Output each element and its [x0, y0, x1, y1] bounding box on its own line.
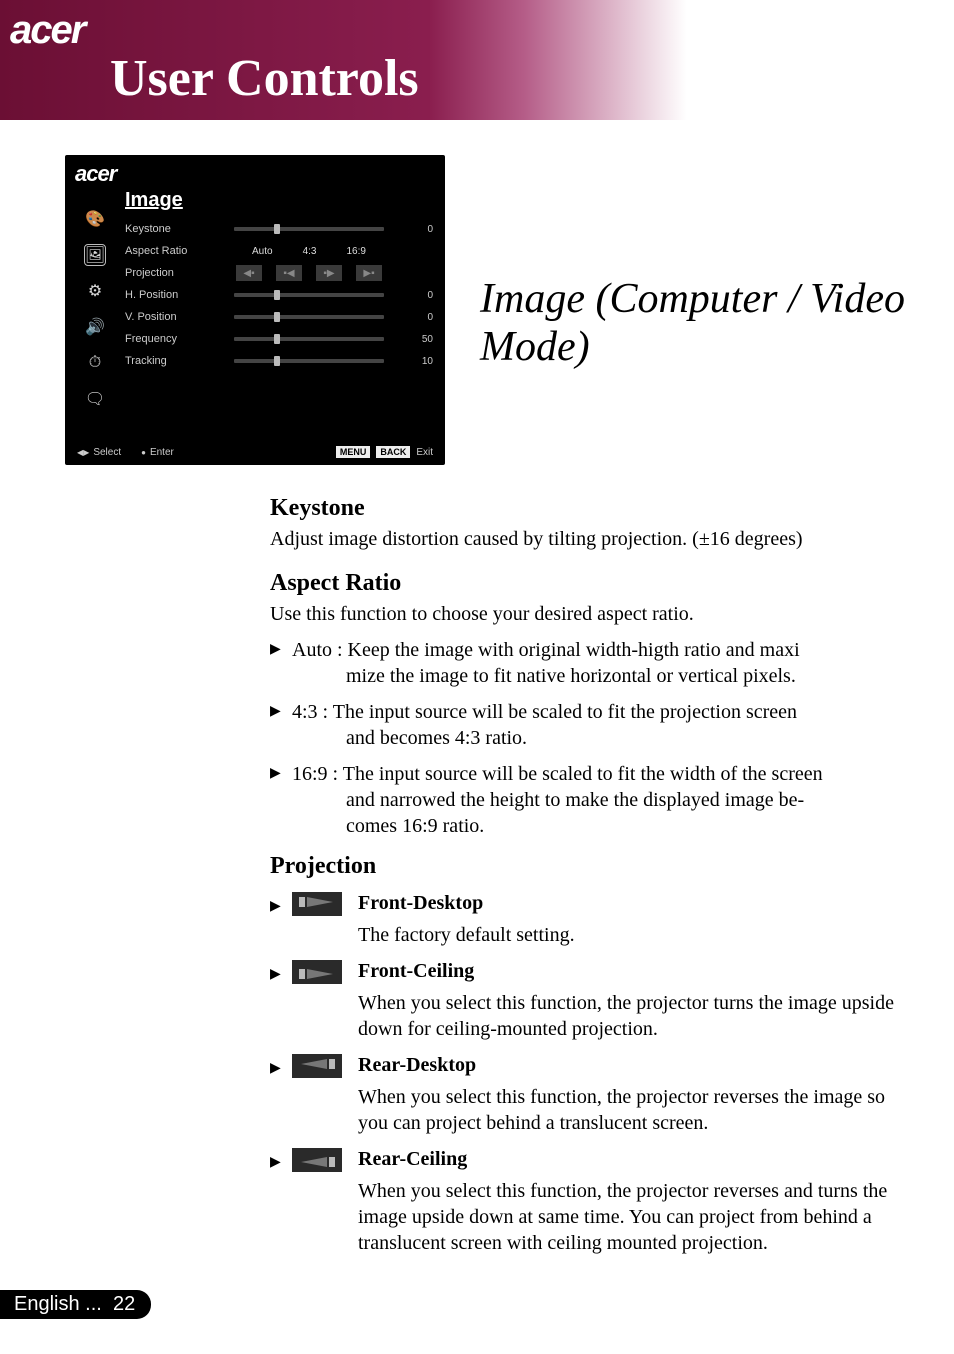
osd-aspect-label: Aspect Ratio	[125, 245, 215, 257]
footer-lang: English ...	[14, 1293, 102, 1315]
image-icon: 🖼	[85, 245, 105, 265]
brand-logo: acer	[10, 8, 954, 53]
aspect-43-l1: 4:3 : The input source will be scaled to…	[292, 701, 797, 723]
aspect-text: Use this function to choose your desired…	[270, 601, 910, 627]
aspect-heading: Aspect Ratio	[270, 570, 910, 597]
osd-hpos-value: 0	[403, 290, 433, 301]
osd-back-badge: BACK	[376, 446, 410, 458]
footer-page: 22	[113, 1293, 135, 1315]
osd-hpos-label: H. Position	[125, 289, 215, 301]
proj-rc-icon: ▶▪	[356, 265, 382, 281]
osd-vpos-label: V. Position	[125, 311, 215, 323]
rear-desktop-desc: When you select this function, the proje…	[358, 1084, 910, 1136]
osd-footer: Select Enter MENU BACK Exit	[65, 439, 445, 465]
proj-fc-icon: ▪◀	[276, 265, 302, 281]
proj-fd-icon: ◀▪	[236, 265, 262, 281]
aspect-auto-l1: Auto : Keep the image with original widt…	[292, 639, 800, 661]
rear-ceiling-title: Rear-Ceiling	[358, 1148, 467, 1170]
front-ceiling-icon	[292, 960, 342, 984]
front-desktop-title: Front-Desktop	[358, 892, 483, 914]
osd-track-label: Tracking	[125, 355, 215, 367]
aspect-169-l1: 16:9 : The input source will be scaled t…	[292, 763, 823, 785]
header-bar: acer User Controls	[0, 0, 954, 120]
rear-desktop-icon	[292, 1054, 342, 1078]
osd-title: Image	[125, 187, 433, 218]
management-icon: ⚙	[85, 281, 105, 301]
osd-aspect-43: 4:3	[303, 246, 317, 257]
rear-desktop-title: Rear-Desktop	[358, 1054, 476, 1076]
osd-exit: Exit	[416, 447, 433, 458]
proj-rd-icon: ▪▶	[316, 265, 342, 281]
bullet-icon: ▶	[270, 960, 292, 983]
aspect-169-l2: and narrowed the height to make the disp…	[292, 787, 910, 813]
bullet-icon: ▶	[270, 892, 292, 915]
osd-track-value: 10	[403, 356, 433, 367]
osd-projection-label: Projection	[125, 267, 215, 279]
rear-ceiling-icon	[292, 1148, 342, 1172]
front-desktop-desc: The factory default setting.	[358, 922, 910, 948]
osd-keystone-label: Keystone	[125, 223, 215, 235]
bullet-icon: ▶	[270, 637, 292, 689]
projection-heading: Projection	[270, 853, 910, 880]
osd-brand: acer	[65, 155, 445, 187]
osd-vpos-value: 0	[403, 312, 433, 323]
osd-select: Select	[77, 447, 121, 458]
aspect-169-l3: comes 16:9 ratio.	[292, 813, 910, 839]
bullet-icon: ▶	[270, 1054, 292, 1077]
color-icon: 🎨	[85, 209, 105, 229]
osd-freq-value: 50	[403, 334, 433, 345]
bullet-icon: ▶	[270, 699, 292, 751]
osd-freq-label: Frequency	[125, 333, 215, 345]
aspect-43-l2: and becomes 4:3 ratio.	[292, 725, 910, 751]
front-ceiling-desc: When you select this function, the proje…	[358, 990, 910, 1042]
aspect-auto-l2: mize the image to fit native horizontal …	[292, 663, 910, 689]
section-heading: Image (Computer / Video Mode)	[480, 275, 910, 372]
osd-aspect-169: 16:9	[347, 246, 366, 257]
timer-icon: ⏱	[85, 353, 105, 373]
page-footer: English ... 22	[0, 1290, 151, 1319]
bullet-icon: ▶	[270, 1148, 292, 1171]
page-title: User Controls	[10, 49, 954, 108]
audio-icon: 🔊	[85, 317, 105, 337]
language-icon: 🗨	[85, 389, 105, 409]
front-desktop-icon	[292, 892, 342, 916]
osd-enter: Enter	[141, 447, 174, 458]
osd-sidebar: 🎨 🖼 ⚙ 🔊 ⏱ 🗨	[65, 187, 125, 427]
osd-aspect-auto: Auto	[252, 246, 273, 257]
bullet-icon: ▶	[270, 761, 292, 839]
body-text: Keystone Adjust image distortion caused …	[270, 495, 910, 1256]
keystone-text: Adjust image distortion caused by tiltin…	[270, 526, 910, 552]
osd-keystone-value: 0	[403, 224, 433, 235]
front-ceiling-title: Front-Ceiling	[358, 960, 474, 982]
osd-menu-badge: MENU	[336, 446, 371, 458]
keystone-heading: Keystone	[270, 495, 910, 522]
osd-screenshot: acer 🎨 🖼 ⚙ 🔊 ⏱ 🗨 Image Keystone 0 Aspect …	[65, 155, 445, 465]
rear-ceiling-desc: When you select this function, the proje…	[358, 1178, 910, 1256]
